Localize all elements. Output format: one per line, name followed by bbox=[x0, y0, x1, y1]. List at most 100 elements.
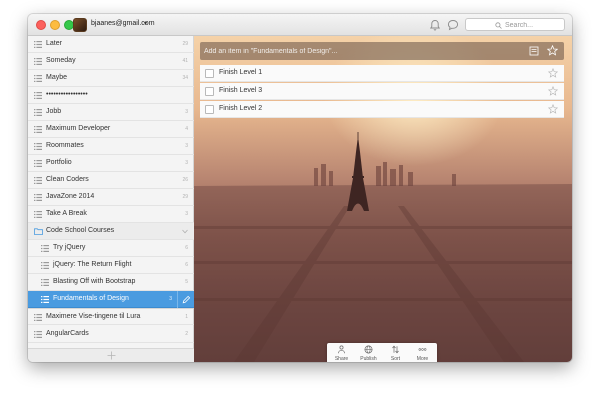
item-count: 34 bbox=[182, 75, 188, 81]
list-icon bbox=[41, 296, 49, 303]
list-icon bbox=[34, 211, 42, 218]
task-checkbox[interactable] bbox=[205, 87, 214, 96]
star-icon[interactable] bbox=[548, 86, 558, 96]
item-count: 3 bbox=[185, 143, 188, 149]
share-label: Share bbox=[334, 356, 349, 362]
search-input[interactable] bbox=[505, 20, 563, 30]
sidebar-item-take-a-break[interactable]: Take A Break 3 bbox=[28, 206, 194, 223]
notes-icon[interactable] bbox=[529, 46, 539, 56]
task-title[interactable]: Finish Level 3 bbox=[219, 87, 262, 94]
publish-label: Publish bbox=[360, 356, 377, 362]
search-field[interactable] bbox=[465, 18, 565, 31]
sidebar-item-label: JavaZone 2014 bbox=[46, 193, 95, 200]
sidebar-item-hidden[interactable]: ••••••••••••••••• bbox=[28, 87, 194, 104]
sidebar-folder-code-school-courses[interactable]: Code School Courses bbox=[28, 223, 194, 240]
sidebar-item-portfolio[interactable]: Portfolio 3 bbox=[28, 155, 194, 172]
star-icon[interactable] bbox=[548, 104, 558, 114]
task-item[interactable]: Finish Level 3 bbox=[200, 83, 564, 100]
minimize-window-button[interactable] bbox=[50, 20, 60, 30]
task-item[interactable]: Finish Level 1 bbox=[200, 65, 564, 82]
add-item-input[interactable] bbox=[204, 45, 524, 57]
sidebar-item-jquery-return-flight[interactable]: jQuery: The Return Flight 6 bbox=[28, 257, 194, 274]
item-count: 6 bbox=[185, 262, 188, 268]
close-window-button[interactable] bbox=[36, 20, 46, 30]
more-label: More bbox=[416, 356, 429, 362]
chat-icon[interactable] bbox=[446, 18, 460, 32]
sidebar-item-maximum-developer[interactable]: Maximum Developer 4 bbox=[28, 121, 194, 138]
share-icon bbox=[338, 345, 345, 354]
sidebar-item-label: Blasting Off with Bootstrap bbox=[53, 278, 136, 285]
item-count: 1 bbox=[185, 314, 188, 320]
list-icon bbox=[34, 109, 42, 116]
sidebar-item-label: Portfolio bbox=[46, 159, 72, 166]
list-icon bbox=[34, 143, 42, 150]
sidebar-item-label: Maximum Developer bbox=[46, 125, 111, 132]
list-icon bbox=[41, 279, 49, 286]
sidebar-item-maybe[interactable]: Maybe 34 bbox=[28, 70, 194, 87]
folder-icon bbox=[34, 228, 43, 235]
sidebar-item-clean-coders[interactable]: Clean Coders 26 bbox=[28, 172, 194, 189]
sidebar-item-label: Take A Break bbox=[46, 210, 87, 217]
share-button[interactable]: Share bbox=[328, 343, 355, 362]
sidebar-item-someday[interactable]: Someday 41 bbox=[28, 53, 194, 70]
sidebar-item-maximere-vise-tingene[interactable]: Maximere Vise-tingene til Lura 1 bbox=[28, 308, 194, 325]
sidebar-item-roommates[interactable]: Roommates 3 bbox=[28, 138, 194, 155]
sidebar-folder-label: Code School Courses bbox=[46, 227, 115, 234]
sidebar-item-label: jQuery: The Return Flight bbox=[53, 261, 132, 268]
item-count: 4 bbox=[185, 126, 188, 132]
sidebar: Later 29 Someday 41 Maybe 34 •••••••••••… bbox=[28, 36, 194, 362]
list-icon bbox=[34, 194, 42, 201]
list-icon bbox=[34, 92, 42, 99]
sort-button[interactable]: Sort bbox=[382, 343, 409, 362]
add-list-button[interactable] bbox=[28, 348, 194, 362]
sidebar-item-label: Roommates bbox=[46, 142, 84, 149]
star-icon[interactable] bbox=[548, 68, 558, 78]
publish-icon bbox=[364, 345, 373, 354]
pencil-icon bbox=[182, 295, 190, 304]
item-count: 41 bbox=[182, 58, 188, 64]
title-bar: bjaanes@gmail.com ▾ bbox=[28, 14, 572, 36]
list-icon bbox=[34, 160, 42, 167]
item-count: 26 bbox=[182, 177, 188, 183]
list-icon bbox=[34, 126, 42, 133]
chevron-down-icon[interactable]: ▾ bbox=[144, 20, 147, 27]
avatar[interactable] bbox=[73, 18, 87, 32]
list-toolbar: Share Publish Sort More bbox=[327, 343, 437, 362]
sidebar-item-later[interactable]: Later 29 bbox=[28, 36, 194, 53]
item-count: 2 bbox=[185, 331, 188, 337]
sidebar-item-blasting-off-bootstrap[interactable]: Blasting Off with Bootstrap 5 bbox=[28, 274, 194, 291]
sidebar-item-label: Maximere Vise-tingene til Lura bbox=[46, 313, 141, 320]
sort-label: Sort bbox=[390, 356, 401, 362]
sidebar-item-angularcards[interactable]: AngularCards 2 bbox=[28, 326, 194, 343]
sidebar-item-label: Jobb bbox=[46, 108, 62, 115]
task-title[interactable]: Finish Level 1 bbox=[219, 69, 262, 76]
chevron-down-icon[interactable] bbox=[182, 229, 188, 234]
sidebar-item-label: Try jQuery bbox=[53, 244, 86, 251]
sidebar-item-fundamentals-of-design[interactable]: Fundamentals of Design 3 bbox=[28, 291, 194, 308]
item-count: 5 bbox=[185, 279, 188, 285]
list-icon bbox=[34, 177, 42, 184]
edit-list-button[interactable] bbox=[177, 291, 194, 308]
main-panel: Finish Level 1 Finish Level 3 Finish Lev… bbox=[194, 36, 572, 362]
sidebar-item-jobb[interactable]: Jobb 3 bbox=[28, 104, 194, 121]
sidebar-item-label: AngularCards bbox=[46, 330, 89, 337]
bell-icon[interactable] bbox=[428, 18, 442, 32]
sidebar-item-label: Someday bbox=[46, 57, 76, 64]
item-count: 3 bbox=[185, 109, 188, 115]
list-icon bbox=[41, 245, 49, 252]
sidebar-item-label: Later bbox=[46, 40, 62, 47]
app-window: bjaanes@gmail.com ▾ Later 29 Someday 41 bbox=[28, 14, 572, 362]
list-icon bbox=[34, 58, 42, 65]
star-icon[interactable] bbox=[547, 45, 558, 56]
task-item[interactable]: Finish Level 2 bbox=[200, 101, 564, 118]
add-item-bar[interactable] bbox=[200, 42, 564, 60]
sidebar-item-javazone-2014[interactable]: JavaZone 2014 29 bbox=[28, 189, 194, 206]
task-checkbox[interactable] bbox=[205, 69, 214, 78]
task-title[interactable]: Finish Level 2 bbox=[219, 105, 262, 112]
item-count: 3 bbox=[185, 160, 188, 166]
task-checkbox[interactable] bbox=[205, 105, 214, 114]
more-button[interactable]: More bbox=[409, 343, 436, 362]
publish-button[interactable]: Publish bbox=[355, 343, 382, 362]
list-icon bbox=[41, 262, 49, 269]
sidebar-item-try-jquery[interactable]: Try jQuery 6 bbox=[28, 240, 194, 257]
